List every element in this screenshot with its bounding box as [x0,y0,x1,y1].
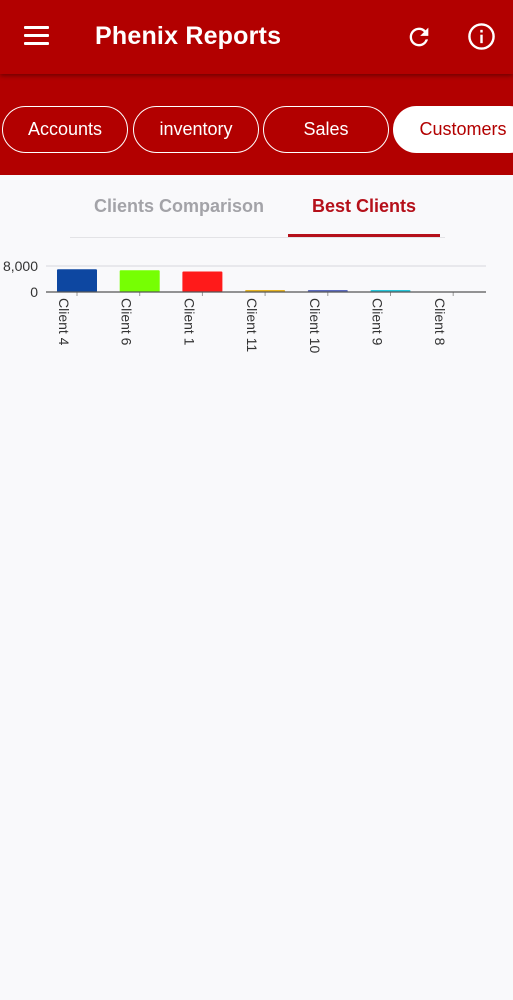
x-tick-label: Client 8 [432,298,448,346]
report-subtabs: Clients Comparison Best Clients [70,175,445,238]
menu-icon[interactable] [24,26,49,46]
x-tick-label: Client 10 [307,298,323,353]
tab-sales[interactable]: Sales [263,106,389,153]
x-tick-label: Client 9 [370,298,386,346]
y-tick-label: 0 [30,284,38,300]
best-clients-bar-chart: 8,000 0 Client 4 Client 6 Client 1 Client 11 C… [3,258,486,353]
bar[interactable] [119,270,160,292]
info-icon[interactable] [467,22,496,51]
refresh-icon[interactable] [405,23,433,51]
x-tick-label: Client 11 [244,298,260,352]
app-bar: Phenix Reports [0,0,513,74]
subtab-clients-comparison[interactable]: Clients Comparison [70,175,288,237]
best-clients-chart: 8,000 0 Client 4 Client 6 Client 1 Client 11 C… [0,248,513,378]
tab-accounts[interactable]: Accounts [2,106,128,153]
bar[interactable] [57,269,97,292]
tab-inventory[interactable]: inventory [133,106,259,153]
x-tick-label: Client 6 [119,298,135,346]
bar[interactable] [182,271,223,292]
tab-customers[interactable]: Customers [393,106,513,153]
subtab-best-clients[interactable]: Best Clients [288,175,440,237]
app-title: Phenix Reports [95,22,282,50]
x-tick-label: Client 1 [181,298,197,346]
x-tick-label: Client 4 [56,298,72,346]
subtab-active-indicator [288,234,440,237]
y-tick-label: 8,000 [3,258,38,274]
category-tab-strip: Accounts inventory Sales Customers [0,74,513,175]
